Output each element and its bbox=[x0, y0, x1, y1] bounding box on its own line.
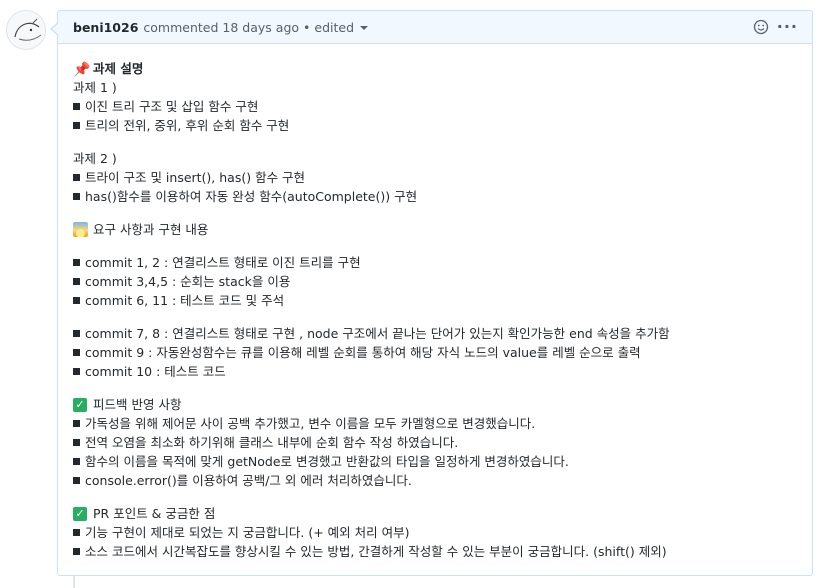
smiley-icon[interactable] bbox=[753, 19, 769, 35]
bullet-icon bbox=[73, 259, 80, 266]
bullet-icon bbox=[73, 193, 80, 200]
section-heading: 요구 사항과 구현 내용 bbox=[73, 220, 812, 239]
bullet-icon bbox=[73, 174, 80, 181]
list-item: 기능 구현이 제대로 되었는 지 궁금합니다. (+ 예외 처리 여부) bbox=[73, 523, 812, 542]
timestamp-link[interactable]: 18 days ago bbox=[222, 20, 299, 35]
bullet-icon bbox=[73, 297, 80, 304]
edited-dropdown[interactable]: edited bbox=[314, 20, 354, 35]
list-item: commit 6, 11 : 테스트 코드 및 주석 bbox=[73, 291, 812, 310]
bullet-icon bbox=[73, 122, 80, 129]
task2-label: 과제 2 ) bbox=[73, 151, 117, 166]
bullet-icon bbox=[73, 529, 80, 536]
check-mark-icon: ✓ bbox=[73, 506, 87, 521]
bullet-icon bbox=[73, 420, 80, 427]
list-item: has()함수를 이용하여 자동 완성 함수(autoComplete()) 구… bbox=[73, 187, 812, 206]
bullet-icon bbox=[73, 477, 80, 484]
list-item: commit 3,4,5 : 순회는 stack을 이용 bbox=[73, 272, 812, 291]
list-item: commit 9 : 자동완성함수는 큐를 이용해 레벨 순회를 통하여 해당 … bbox=[73, 343, 812, 362]
bullet-icon bbox=[73, 330, 80, 337]
header-actions: ··· bbox=[753, 19, 798, 35]
separator: • bbox=[303, 19, 311, 35]
section-heading: 📌 과제 설명 bbox=[73, 61, 144, 78]
list-item: commit 7, 8 : 연결리스트 형태로 구현 , node 구조에서 끝… bbox=[73, 324, 812, 343]
check-mark-icon: ✓ bbox=[73, 397, 87, 412]
list-item: 이진 트리 구조 및 삽입 함수 구현 bbox=[73, 97, 812, 116]
pushpin-icon: 📌 bbox=[73, 62, 91, 78]
list-item: 가독성을 위해 제어문 사이 공백 추가했고, 변수 이름을 모두 카멜형으로 … bbox=[73, 414, 812, 433]
list-item: commit 10 : 테스트 코드 bbox=[73, 362, 812, 381]
avatar-sketch-icon bbox=[14, 18, 42, 41]
bullet-icon bbox=[73, 458, 80, 465]
list-item: 트라이 구조 및 insert(), has() 함수 구현 bbox=[73, 168, 812, 187]
bullet-icon bbox=[73, 548, 80, 555]
list-item: commit 1, 2 : 연결리스트 형태로 이진 트리를 구현 bbox=[73, 253, 812, 272]
action-text: commented bbox=[143, 19, 219, 35]
bullet-icon bbox=[73, 103, 80, 110]
section-heading: ✓ 피드백 반영 사항 bbox=[73, 395, 812, 414]
chevron-down-icon[interactable] bbox=[360, 26, 369, 30]
list-item: 트리의 전위, 중위, 후위 순회 함수 구현 bbox=[73, 116, 812, 135]
sunrise-icon bbox=[73, 222, 88, 237]
list-item: 전역 오염을 최소화 하기위해 클래스 내부에 순회 함수 작성 하였습니다. bbox=[73, 433, 812, 452]
author-link[interactable]: beni1026 bbox=[73, 20, 138, 35]
comment-box: beni1026 commented 18 days ago • edited … bbox=[50, 10, 813, 576]
list-item: console.error()를 이용하여 공백/그 외 에러 처리하였습니다. bbox=[73, 471, 812, 490]
avatar[interactable] bbox=[6, 10, 46, 50]
bullet-icon bbox=[73, 349, 80, 356]
kebab-menu-icon[interactable]: ··· bbox=[777, 19, 798, 35]
bullet-icon bbox=[73, 439, 80, 446]
timeline-connector bbox=[73, 576, 75, 588]
list-item: 함수의 이름을 목적에 맞게 getNode로 변경했고 반환값의 타입을 일정… bbox=[73, 452, 812, 471]
comment-body: 📌 과제 설명 과제 1 ) 이진 트리 구조 및 삽입 함수 구현 트리의 전… bbox=[58, 44, 812, 561]
section-heading: ✓ PR 포인트 & 궁금한 점 bbox=[73, 504, 812, 523]
bullet-icon bbox=[73, 278, 80, 285]
task1-label: 과제 1 ) bbox=[73, 80, 117, 95]
bullet-icon bbox=[73, 368, 80, 375]
comment-header: beni1026 commented 18 days ago • edited … bbox=[58, 11, 812, 44]
list-item: 소스 코드에서 시간복잡도를 향상시킬 수 있는 방법, 간결하게 작성할 수 … bbox=[73, 542, 812, 561]
